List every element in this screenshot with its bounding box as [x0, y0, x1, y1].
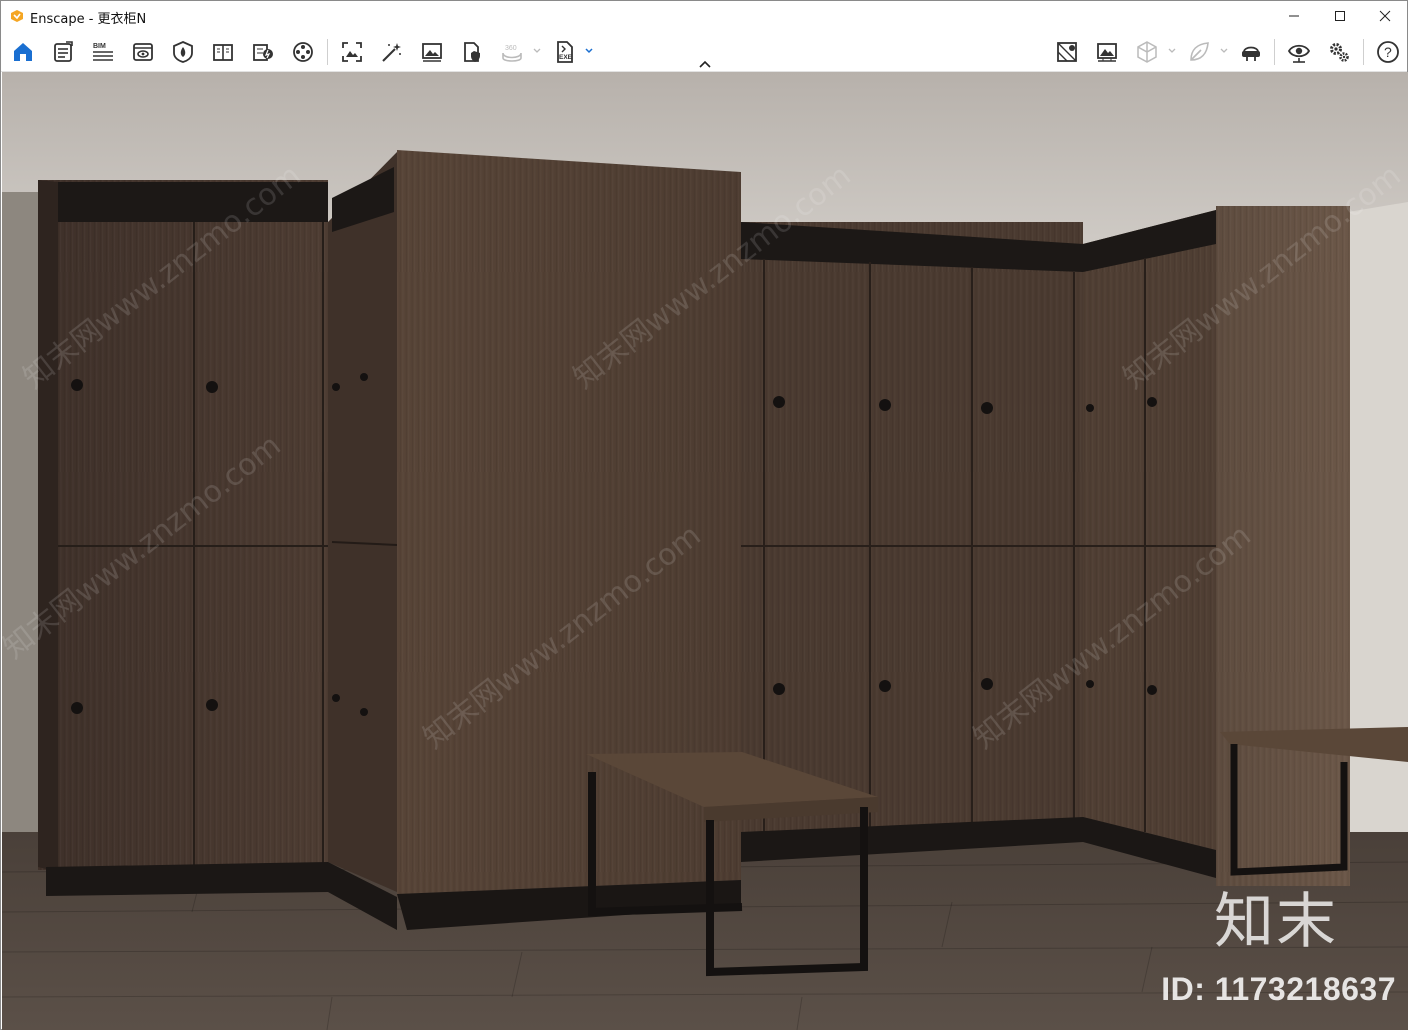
home-icon — [14, 43, 32, 61]
material-editor-button[interactable] — [248, 38, 278, 66]
batch-render-button[interactable] — [377, 38, 407, 66]
site-context-button[interactable] — [168, 38, 198, 66]
toolbar-separator — [327, 39, 328, 65]
screenshot-button[interactable] — [337, 38, 367, 66]
title-bar[interactable]: Enscape - 更衣柜N — [1, 1, 1407, 31]
window-title: Enscape - 更衣柜N — [30, 12, 147, 27]
cube-dropdown-chevron-icon[interactable] — [1167, 46, 1177, 56]
image-export-button[interactable] — [417, 38, 447, 66]
leaf-dropdown-chevron-icon[interactable] — [1219, 46, 1229, 56]
image-icon — [422, 43, 442, 62]
asset-library-icon — [54, 41, 73, 62]
views-button[interactable] — [128, 38, 158, 66]
help-button[interactable]: ? — [1373, 38, 1403, 66]
eye-icon — [1287, 44, 1311, 63]
close-button[interactable] — [1362, 1, 1408, 31]
watermark-brand: 知末 — [1214, 887, 1338, 957]
collapse-toolbar-chevron-up-icon[interactable] — [697, 59, 713, 69]
vr-headset-button[interactable] — [1236, 38, 1266, 66]
site-context-icon — [173, 41, 193, 63]
help-icon: ? — [1377, 41, 1399, 63]
toolbar-separator — [1274, 39, 1275, 65]
maximize-icon — [1335, 11, 1345, 21]
minimize-icon — [1289, 15, 1299, 17]
file-shield-button[interactable] — [457, 38, 487, 66]
maximize-button[interactable] — [1317, 1, 1363, 31]
close-icon — [1379, 10, 1391, 22]
enscape-logo-icon — [11, 10, 23, 22]
panorama-label: 360 — [505, 45, 517, 52]
map-icon — [1057, 42, 1077, 62]
bim-label: BIM — [93, 43, 106, 50]
app-window: Enscape - 更衣柜N BIM 360 EXE ? 知末网www.znzm… — [0, 0, 1408, 1030]
minimize-button[interactable] — [1271, 1, 1317, 31]
gears-icon — [1330, 43, 1349, 62]
cube-icon — [1137, 41, 1157, 63]
vr-headset-icon — [1242, 46, 1260, 61]
settings-button[interactable] — [1324, 38, 1354, 66]
leaf-icon — [1190, 42, 1209, 61]
cube-view-button[interactable] — [1132, 38, 1162, 66]
render-preview-icon — [1097, 43, 1117, 62]
exe-dropdown-chevron-icon[interactable] — [584, 46, 594, 56]
book-icon — [213, 44, 233, 61]
asset-library-button[interactable] — [48, 38, 78, 66]
map-button[interactable] — [1052, 38, 1082, 66]
panorama-button[interactable]: 360 — [497, 38, 527, 66]
views-icon — [133, 43, 153, 61]
exe-export-icon: EXE — [557, 41, 573, 63]
panorama-dropdown-chevron-icon[interactable] — [532, 46, 542, 56]
file-shield-icon — [464, 42, 480, 62]
toolbar-separator — [1363, 39, 1364, 65]
help-label: ? — [1384, 44, 1392, 60]
panorama-icon: 360 — [502, 45, 522, 62]
bim-button[interactable]: BIM — [88, 38, 118, 66]
screenshot-icon — [342, 42, 362, 62]
home-button[interactable] — [8, 38, 38, 66]
render-viewport[interactable]: 知末网www.znzmo.com 知末网www.znzmo.com 知末网www… — [2, 72, 1408, 1030]
film-reel-icon — [293, 42, 313, 62]
render-preview-button[interactable] — [1092, 38, 1122, 66]
exe-label: EXE — [559, 54, 573, 61]
visual-settings-button[interactable] — [208, 38, 238, 66]
visibility-button[interactable] — [1284, 38, 1314, 66]
leaf-button[interactable] — [1184, 38, 1214, 66]
exe-export-button[interactable]: EXE — [550, 38, 580, 66]
video-editor-button[interactable] — [288, 38, 318, 66]
bim-icon: BIM — [93, 43, 113, 61]
magic-wand-icon — [382, 43, 401, 62]
watermark-id: ID: 1173218637 — [1161, 971, 1396, 1007]
material-editor-icon — [253, 44, 273, 61]
